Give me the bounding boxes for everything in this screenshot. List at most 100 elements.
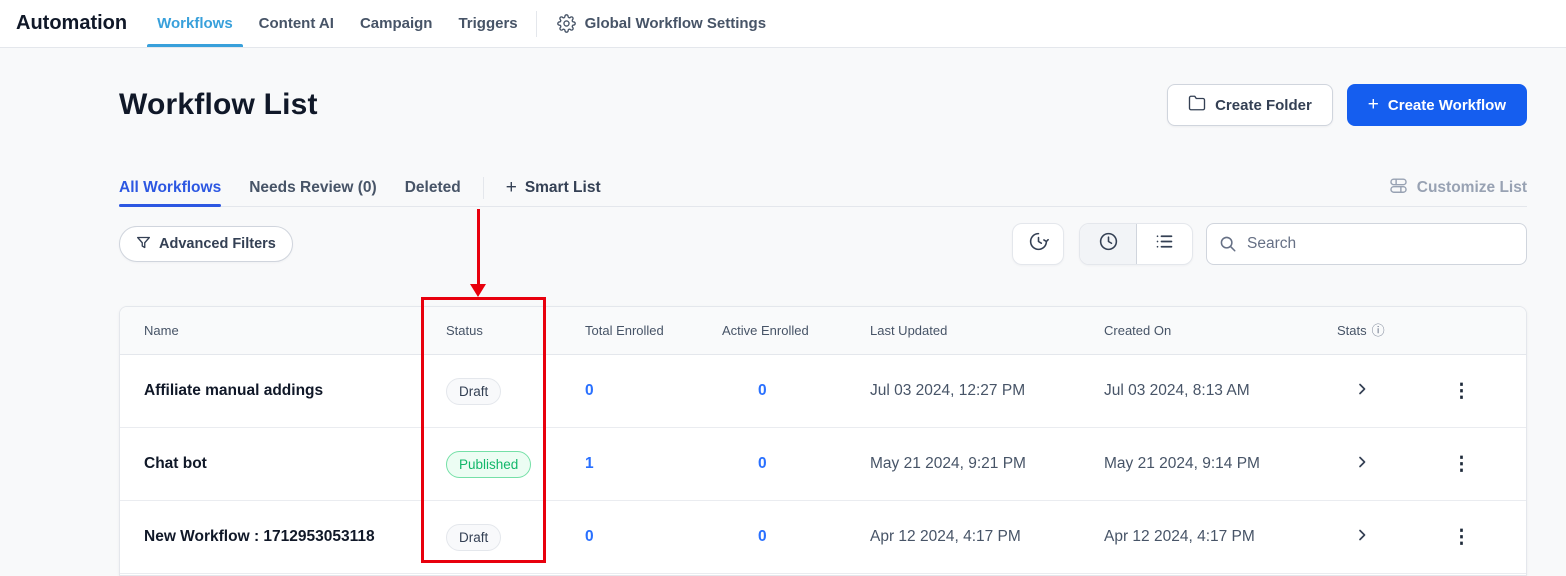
total-enrolled-cell: 0 bbox=[546, 528, 683, 546]
table-row[interactable]: Affiliate manual addings Draft 0 0 Jul 0… bbox=[120, 355, 1526, 428]
plus-icon: + bbox=[1367, 93, 1379, 115]
workflow-name-cell: Affiliate manual addings bbox=[120, 382, 421, 400]
gear-icon bbox=[556, 14, 576, 33]
smart-list-button[interactable]: + Smart List bbox=[506, 177, 601, 199]
chevron-right-icon[interactable] bbox=[1354, 527, 1370, 548]
active-enrolled-cell: 0 bbox=[683, 455, 831, 473]
list-icon bbox=[1154, 231, 1175, 257]
column-header-name: Name bbox=[144, 323, 179, 338]
plus-icon: + bbox=[505, 177, 517, 198]
created-on-cell: May 21 2024, 9:14 PM bbox=[1065, 455, 1297, 473]
status-cell: Draft bbox=[421, 377, 546, 405]
main-content: Workflow List Create Folder + Create Wor… bbox=[0, 84, 1566, 576]
status-badge: Draft bbox=[446, 377, 502, 405]
total-enrolled-cell: 1 bbox=[546, 455, 683, 473]
workflow-name: Affiliate manual addings bbox=[144, 382, 324, 399]
last-updated-cell: Apr 12 2024, 4:17 PM bbox=[831, 528, 1065, 546]
stats-header-label: Stats bbox=[1337, 323, 1367, 338]
smart-list-label: Smart List bbox=[524, 179, 601, 196]
last-updated-cell: Jul 03 2024, 12:27 PM bbox=[831, 382, 1065, 400]
total-enrolled-link[interactable]: 0 bbox=[585, 528, 594, 545]
global-workflow-settings-button[interactable]: Global Workflow Settings bbox=[556, 14, 767, 33]
tab-needs-review[interactable]: Needs Review (0) bbox=[249, 170, 377, 206]
search-input[interactable] bbox=[1206, 223, 1527, 265]
time-view-toggle[interactable] bbox=[1080, 224, 1136, 264]
stats-cell bbox=[1297, 454, 1397, 475]
clock-history-icon bbox=[1028, 231, 1049, 257]
view-toggle-group bbox=[1079, 223, 1193, 265]
advanced-filters-button[interactable]: Advanced Filters bbox=[119, 226, 293, 262]
workflow-name: Chat bot bbox=[144, 455, 207, 472]
last-updated-value: Apr 12 2024, 4:17 PM bbox=[870, 528, 1021, 545]
workflow-name: New Workflow : 1712953053118 bbox=[144, 528, 375, 545]
active-enrolled-link[interactable]: 0 bbox=[758, 382, 767, 399]
clock-icon bbox=[1098, 231, 1119, 257]
tab-all-workflows[interactable]: All Workflows bbox=[119, 170, 222, 207]
chevron-right-icon[interactable] bbox=[1354, 381, 1370, 402]
tab-workflows[interactable]: Workflows bbox=[147, 0, 243, 47]
history-view-button[interactable] bbox=[1012, 223, 1064, 265]
customize-list-label: Customize List bbox=[1416, 179, 1527, 196]
create-workflow-button[interactable]: + Create Workflow bbox=[1346, 84, 1527, 126]
active-enrolled-cell: 0 bbox=[683, 382, 831, 400]
last-updated-value: Jul 03 2024, 12:27 PM bbox=[870, 382, 1026, 399]
created-on-value: Apr 12 2024, 4:17 PM bbox=[1104, 528, 1255, 545]
advanced-filters-label: Advanced Filters bbox=[159, 236, 276, 252]
tab-content-ai[interactable]: Content AI bbox=[259, 0, 334, 47]
table-row[interactable]: Chat bot Published 1 0 May 21 2024, 9:21… bbox=[120, 428, 1526, 501]
chevron-right-icon[interactable] bbox=[1354, 454, 1370, 475]
workflow-table: Name Status Total Enrolled Active Enroll… bbox=[119, 306, 1527, 576]
column-header-stats: Stats ⓘ bbox=[1297, 323, 1397, 338]
workflow-list-tabs: All Workflows Needs Review (0) Deleted +… bbox=[119, 170, 1527, 207]
created-on-cell: Jul 03 2024, 8:13 AM bbox=[1065, 382, 1297, 400]
page-title: Workflow List bbox=[119, 88, 318, 121]
table-body: Affiliate manual addings Draft 0 0 Jul 0… bbox=[120, 355, 1526, 574]
list-view-toggle[interactable] bbox=[1136, 224, 1192, 264]
stats-cell bbox=[1297, 527, 1397, 548]
tab-campaign[interactable]: Campaign bbox=[360, 0, 433, 47]
global-workflow-settings-label: Global Workflow Settings bbox=[584, 15, 767, 32]
actions-cell: ⋮ bbox=[1397, 455, 1526, 474]
app-title: Automation bbox=[16, 12, 128, 34]
table-row[interactable]: New Workflow : 1712953053118 Draft 0 0 A… bbox=[120, 501, 1526, 574]
customize-list-button[interactable]: Customize List bbox=[1389, 176, 1527, 200]
kebab-menu-icon[interactable]: ⋮ bbox=[1452, 382, 1471, 401]
info-icon[interactable]: ⓘ bbox=[1372, 324, 1385, 337]
kebab-menu-icon[interactable]: ⋮ bbox=[1452, 455, 1471, 474]
folder-icon bbox=[1188, 94, 1206, 116]
column-header-status: Status bbox=[446, 323, 483, 338]
divider bbox=[535, 10, 537, 37]
active-enrolled-link[interactable]: 0 bbox=[758, 455, 767, 472]
sliders-icon bbox=[1389, 176, 1408, 200]
workflow-name-cell: New Workflow : 1712953053118 bbox=[120, 528, 421, 546]
actions-cell: ⋮ bbox=[1397, 382, 1526, 401]
actions-cell: ⋮ bbox=[1397, 528, 1526, 547]
create-folder-button[interactable]: Create Folder bbox=[1167, 84, 1333, 126]
total-enrolled-link[interactable]: 1 bbox=[585, 455, 594, 472]
tab-deleted[interactable]: Deleted bbox=[405, 170, 461, 206]
top-nav-tabs: Workflows Content AI Campaign Triggers bbox=[147, 0, 518, 47]
funnel-icon bbox=[136, 235, 151, 254]
status-badge: Published bbox=[446, 450, 532, 478]
created-on-cell: Apr 12 2024, 4:17 PM bbox=[1065, 528, 1297, 546]
divider bbox=[482, 177, 484, 199]
create-workflow-label: Create Workflow bbox=[1387, 96, 1506, 114]
created-on-value: May 21 2024, 9:14 PM bbox=[1104, 455, 1260, 472]
total-enrolled-link[interactable]: 0 bbox=[585, 382, 594, 399]
workflow-name-cell: Chat bot bbox=[120, 455, 421, 473]
create-folder-label: Create Folder bbox=[1215, 96, 1312, 114]
total-enrolled-cell: 0 bbox=[546, 382, 683, 400]
column-header-created-on: Created On bbox=[1104, 323, 1172, 338]
tab-triggers[interactable]: Triggers bbox=[458, 0, 517, 47]
status-badge: Draft bbox=[446, 523, 502, 551]
column-header-total-enrolled: Total Enrolled bbox=[585, 323, 664, 338]
last-updated-cell: May 21 2024, 9:21 PM bbox=[831, 455, 1065, 473]
toolbar: Advanced Filters bbox=[119, 223, 1527, 265]
column-header-last-updated: Last Updated bbox=[870, 323, 948, 338]
kebab-menu-icon[interactable]: ⋮ bbox=[1452, 528, 1471, 547]
created-on-value: Jul 03 2024, 8:13 AM bbox=[1104, 382, 1250, 399]
active-enrolled-cell: 0 bbox=[683, 528, 831, 546]
status-cell: Draft bbox=[421, 523, 546, 551]
active-enrolled-link[interactable]: 0 bbox=[758, 528, 767, 545]
stats-cell bbox=[1297, 381, 1397, 402]
